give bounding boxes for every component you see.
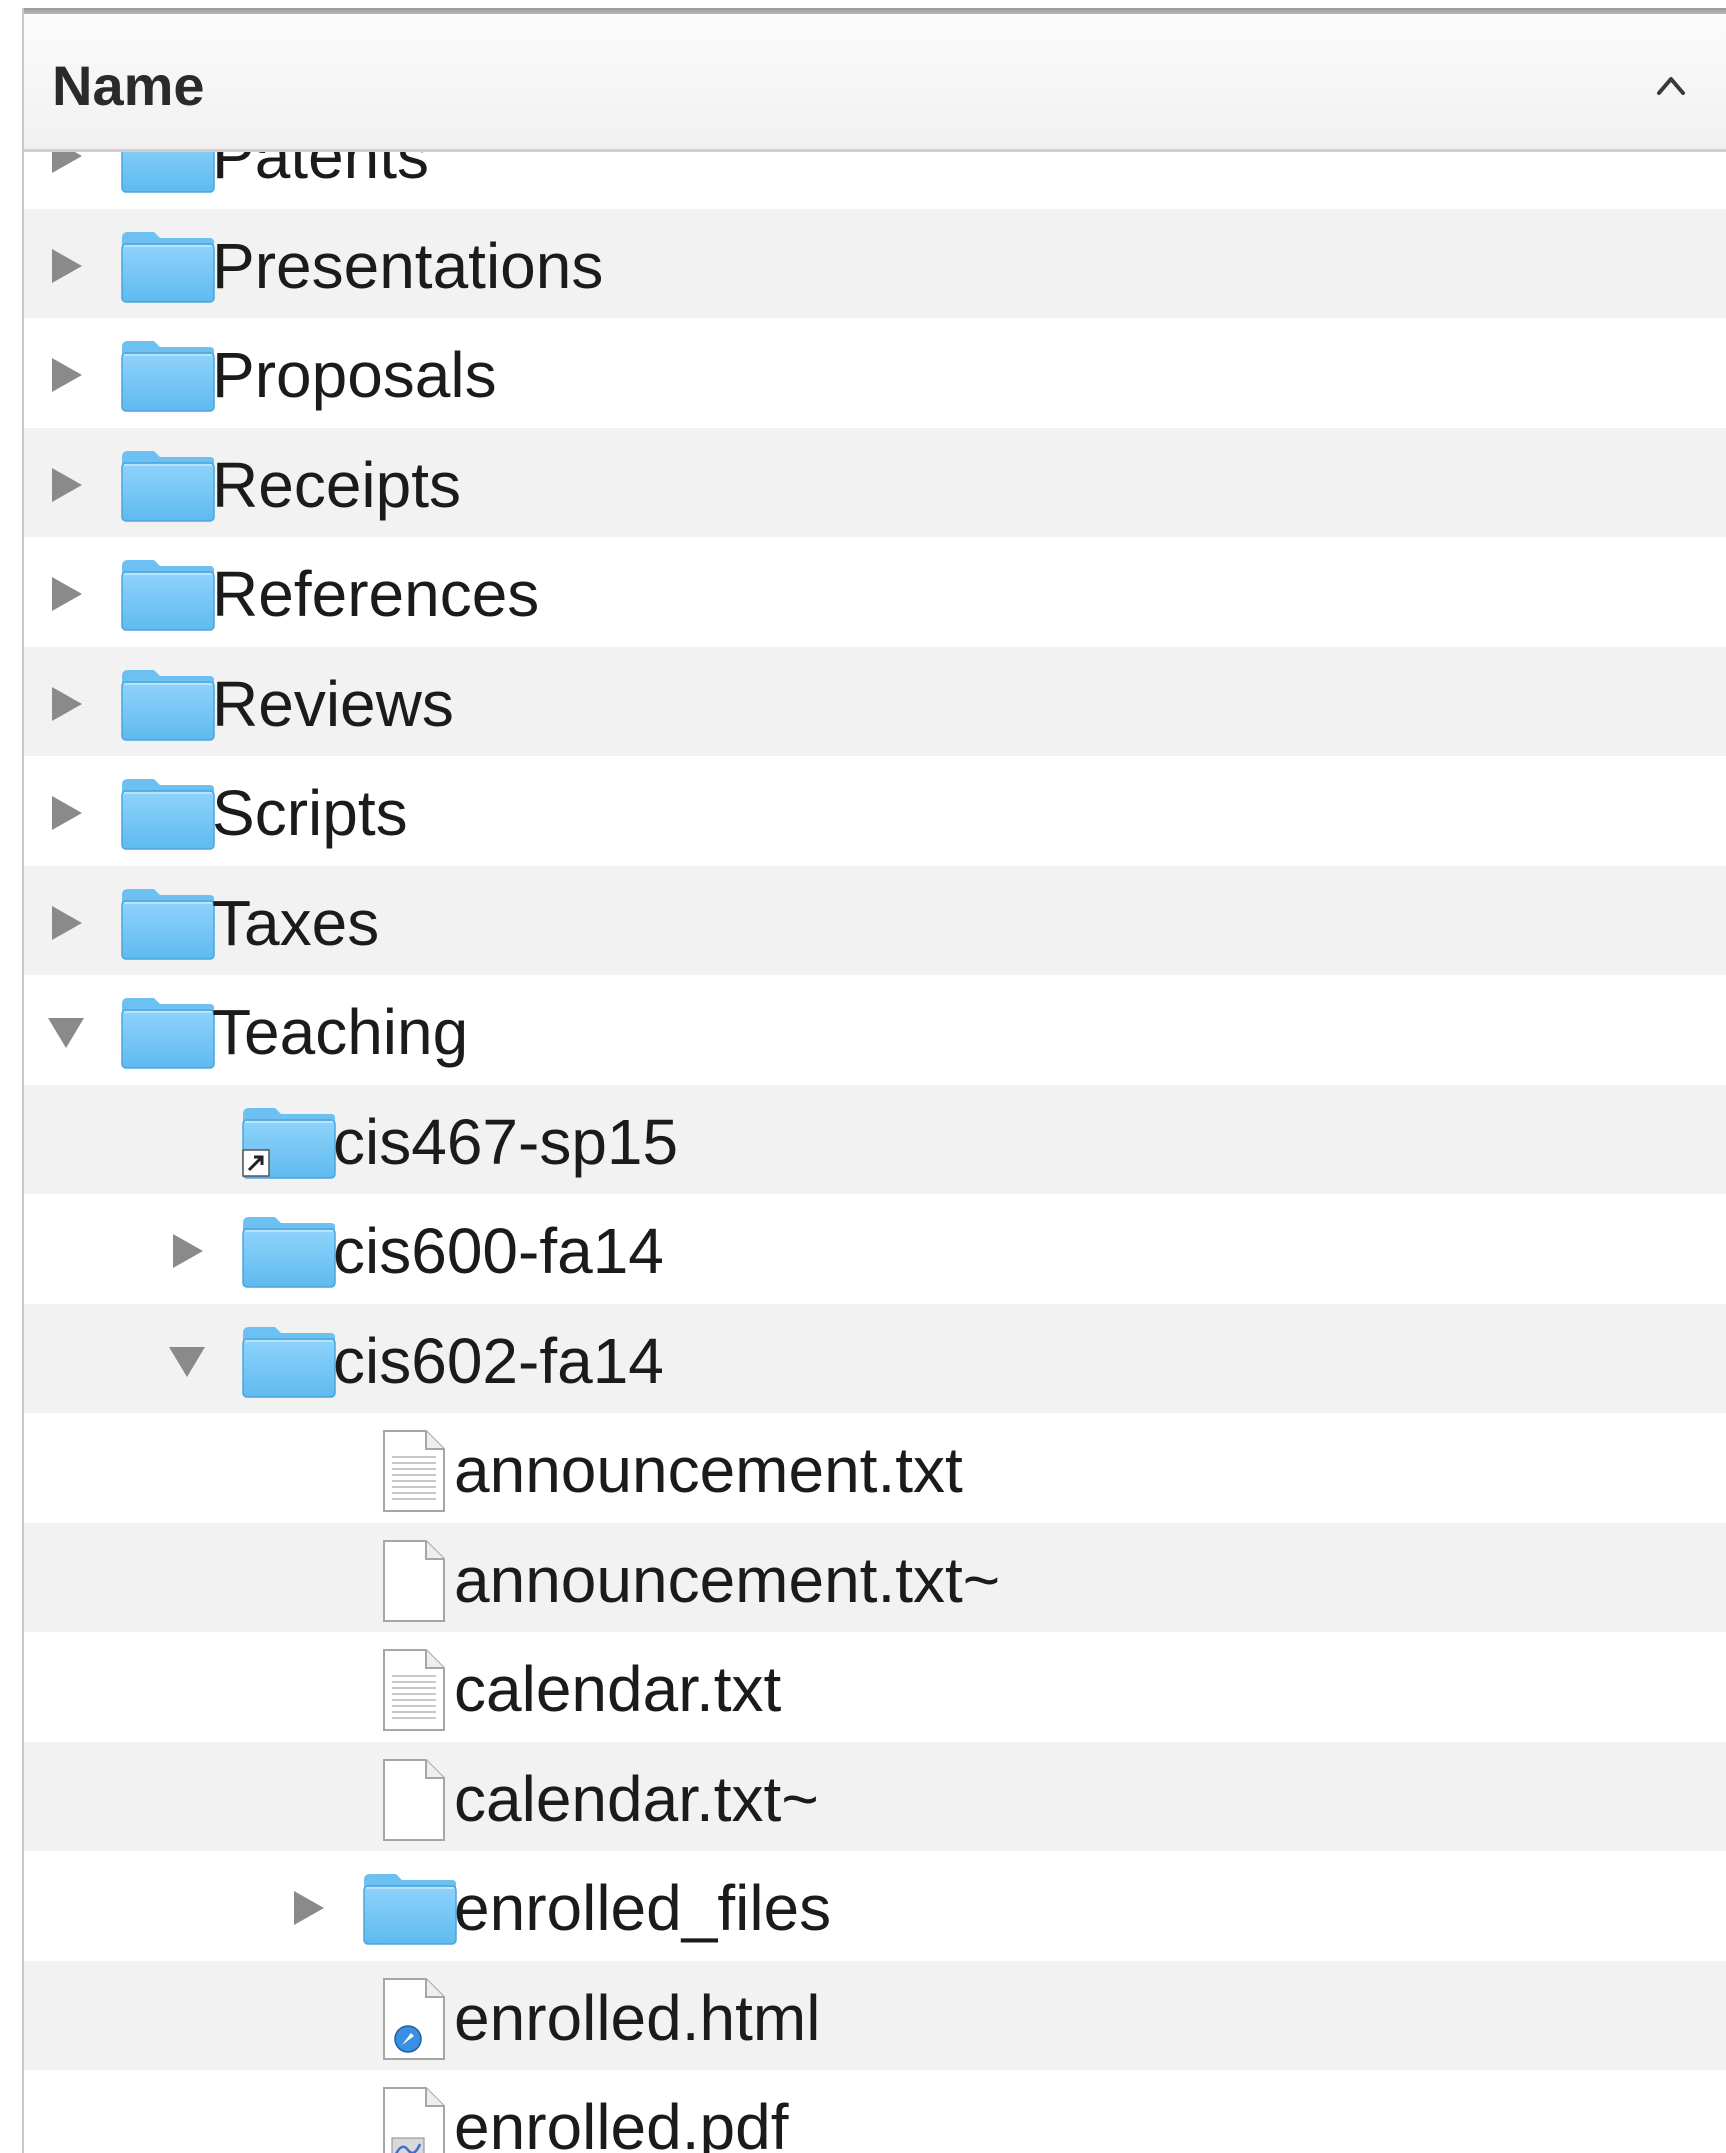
list-item-label: announcement.txt~ <box>454 1543 1001 1616</box>
list-item-label: Reviews <box>212 667 454 740</box>
list-item-label: cis467-sp15 <box>333 1105 679 1178</box>
list-item[interactable]: cis467-sp15 <box>24 1084 1726 1194</box>
list-item-label: cis602-fa14 <box>333 1324 664 1397</box>
list-item[interactable]: Taxes <box>24 865 1726 975</box>
list-item-label: calendar.txt <box>454 1653 782 1725</box>
finder-window: Name Patents Presentations Proposals Receip… <box>0 0 1726 2153</box>
window-top-border <box>0 0 1726 14</box>
folder-icon <box>121 231 215 303</box>
folder-icon <box>121 450 215 522</box>
folder-alias-icon <box>242 1107 336 1179</box>
list-item-label: cis600-fa14 <box>333 1215 664 1287</box>
list-item[interactable]: enrolled_files <box>24 1851 1726 1961</box>
list-item-label: Presentations <box>212 229 604 302</box>
list-item-label: Scripts <box>212 777 408 849</box>
folder-icon <box>121 341 215 412</box>
list-item[interactable]: calendar.txt~ <box>24 1741 1726 1851</box>
list-item[interactable]: calendar.txt <box>24 1632 1726 1742</box>
list-item-label: enrolled.pdf <box>454 2091 789 2153</box>
html-file-icon <box>383 1977 445 2060</box>
blank-file-icon <box>383 1539 445 1622</box>
list-item[interactable]: Reviews <box>24 646 1726 756</box>
column-header-label: Name <box>52 54 205 117</box>
folder-icon <box>242 1326 336 1398</box>
list-item[interactable]: Proposals <box>24 318 1726 428</box>
list-item-label: announcement.txt <box>454 1434 963 1506</box>
list-item[interactable]: Scripts <box>24 756 1726 866</box>
disclosure-triangle-collapsed-icon[interactable] <box>288 1888 328 1928</box>
text-file-icon <box>383 1430 445 1512</box>
disclosure-triangle-collapsed-icon[interactable] <box>46 793 86 833</box>
disclosure-triangle-collapsed-icon[interactable] <box>46 574 86 614</box>
column-header-name[interactable]: Name <box>24 14 1726 152</box>
list-item-label: enrolled.html <box>454 1981 821 2054</box>
disclosure-triangle-expanded-icon[interactable] <box>167 1341 207 1381</box>
list-item-label: Patents <box>212 152 430 192</box>
list-item[interactable]: References <box>24 537 1726 647</box>
list-item-label: Receipts <box>212 448 461 521</box>
folder-icon <box>121 152 215 193</box>
list-item[interactable]: Teaching <box>24 975 1726 1085</box>
folder-icon <box>121 998 215 1069</box>
disclosure-triangle-collapsed-icon[interactable] <box>167 1231 207 1271</box>
list-item[interactable]: announcement.txt~ <box>24 1522 1726 1632</box>
list-item-label: calendar.txt~ <box>454 1762 819 1835</box>
window-left-border <box>0 8 24 2153</box>
folder-icon <box>121 779 215 850</box>
list-item[interactable]: cis600-fa14 <box>24 1194 1726 1304</box>
folder-icon <box>121 888 215 960</box>
list-item[interactable]: enrolled.html <box>24 1960 1726 2070</box>
folder-icon <box>121 669 215 741</box>
list-item-label: Proposals <box>212 339 497 411</box>
disclosure-triangle-collapsed-icon[interactable] <box>46 152 86 176</box>
disclosure-triangle-collapsed-icon[interactable] <box>46 903 86 943</box>
list-item[interactable]: Patents <box>24 152 1726 209</box>
blank-file-icon <box>383 1758 445 1841</box>
list-item-label: enrolled_files <box>454 1872 832 1944</box>
list-item[interactable]: announcement.txt <box>24 1413 1726 1523</box>
list-item[interactable]: cis602-fa14 <box>24 1303 1726 1413</box>
chevron-up-icon[interactable] <box>1656 74 1686 96</box>
folder-icon <box>363 1874 457 1945</box>
folder-icon <box>242 1217 336 1288</box>
list-item[interactable]: Receipts <box>24 427 1726 537</box>
list-item-label: Taxes <box>212 886 380 959</box>
list-item[interactable]: Presentations <box>24 208 1726 318</box>
pdf-file-icon <box>383 2087 445 2153</box>
disclosure-triangle-collapsed-icon[interactable] <box>46 465 86 505</box>
text-file-icon <box>383 1649 445 1731</box>
disclosure-triangle-expanded-icon[interactable] <box>46 1012 86 1052</box>
list-item-label: Teaching <box>212 996 469 1068</box>
list-item-label: References <box>212 558 540 630</box>
file-list[interactable]: Patents Presentations Proposals Receipts Ref… <box>24 152 1726 2153</box>
disclosure-triangle-collapsed-icon[interactable] <box>46 246 86 286</box>
disclosure-triangle-collapsed-icon[interactable] <box>46 684 86 724</box>
file-list-rows: Patents Presentations Proposals Receipts Ref… <box>24 152 1726 2153</box>
list-item[interactable]: enrolled.pdf <box>24 2070 1726 2153</box>
folder-icon <box>121 560 215 631</box>
disclosure-triangle-collapsed-icon[interactable] <box>46 355 86 395</box>
